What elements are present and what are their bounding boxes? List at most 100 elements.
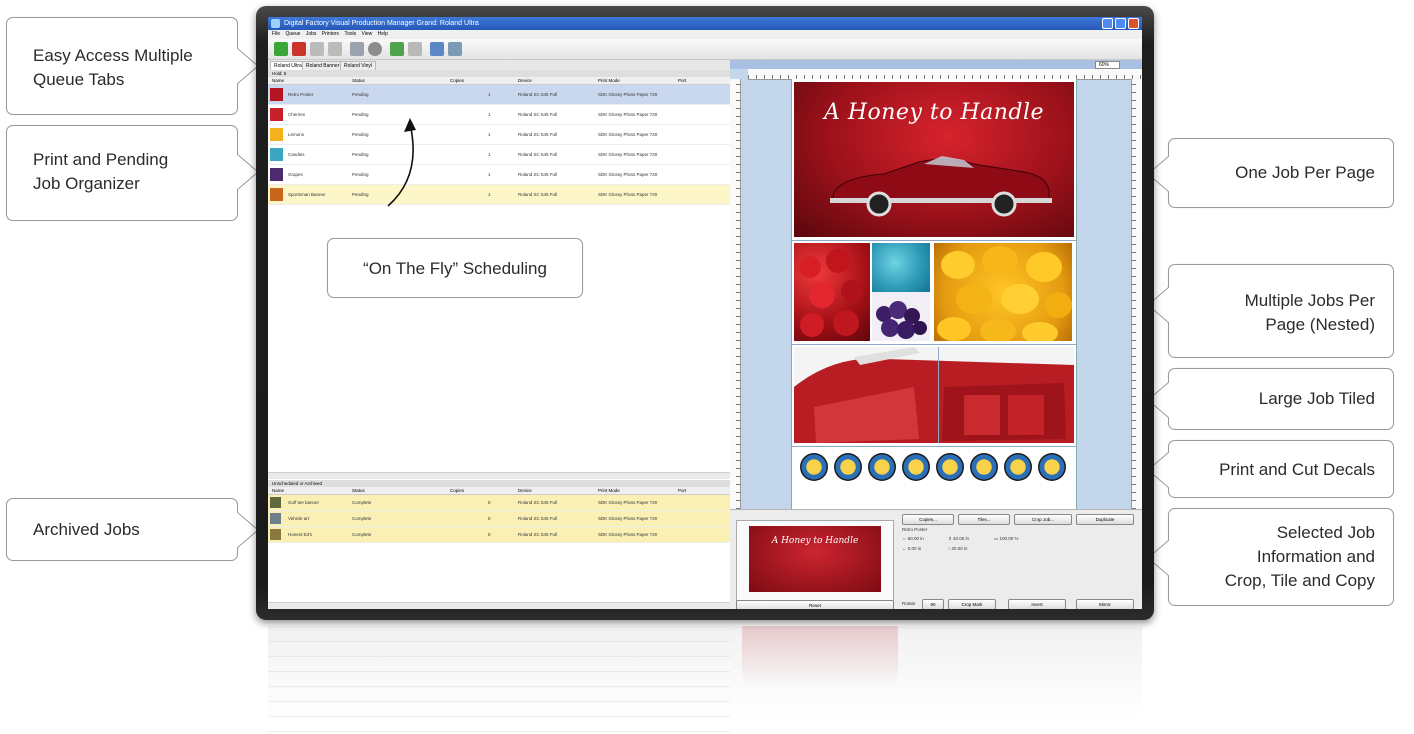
col-port[interactable]: Port [678, 77, 686, 84]
col-name[interactable]: Name [272, 77, 284, 84]
rotate-label: Rotate [902, 601, 916, 606]
tiles-button[interactable]: Tiles... [958, 514, 1010, 525]
move-up-icon[interactable] [310, 42, 324, 56]
decal-7 [1038, 453, 1066, 481]
close-button[interactable] [1128, 18, 1139, 29]
callout-pointer [237, 154, 258, 190]
menu-file[interactable]: File [272, 31, 280, 37]
app-icon [271, 19, 280, 28]
reflection-rows [268, 626, 730, 734]
cell-mode: SDK Glossy Photo Paper 720 [598, 152, 658, 157]
archive-scrollbar[interactable] [268, 602, 730, 609]
callout-text: Job Organizer [33, 174, 140, 193]
col-device[interactable]: Device [518, 487, 532, 494]
archive-header: Unscheduled or Archived [268, 480, 730, 487]
job-row-0[interactable]: Retro Poster Pending 1 Roland SC 545 Full SD… [268, 85, 730, 105]
cell-device: Roland SC 545 Full [518, 172, 558, 177]
copies-button[interactable]: Copies... [902, 514, 954, 525]
invert-button[interactable]: Invert [1008, 599, 1066, 609]
delete-job-icon[interactable] [292, 42, 306, 56]
mirror-button[interactable]: Mirror [1076, 599, 1134, 609]
menu-queue[interactable]: Queue [285, 31, 300, 37]
job-decals[interactable] [794, 451, 1074, 485]
layout-icon[interactable] [448, 42, 462, 56]
col-print-mode[interactable]: Print Mode [598, 487, 620, 494]
horizontal-scrollbar[interactable] [268, 472, 730, 479]
move-down-icon[interactable] [328, 42, 342, 56]
menu-printers[interactable]: Printers [322, 31, 339, 37]
preview-icon[interactable] [350, 42, 364, 56]
job-row-2[interactable]: Lemons Pending 1 Roland SC 545 Full SDK Glos… [268, 125, 730, 145]
duplicate-button[interactable]: Duplicate [1076, 514, 1134, 525]
decal-2 [868, 453, 896, 481]
job-vehicle-interior-tiled[interactable] [794, 347, 1074, 443]
job-grapes[interactable] [872, 292, 930, 341]
hold-icon[interactable] [408, 42, 422, 56]
cell-name: Grapes [288, 172, 303, 177]
job-lemons[interactable] [934, 243, 1072, 344]
col-name[interactable]: Name [272, 487, 284, 494]
reset-button[interactable]: Reset [736, 600, 894, 609]
job-row-archived-1[interactable]: Vehicle art Complete 8 Roland SC 545 Full SD… [268, 511, 730, 527]
zoom-select[interactable]: 60% [1094, 61, 1120, 69]
decal-1 [834, 453, 862, 481]
col-print-mode[interactable]: Print Mode [598, 77, 620, 84]
job-row-5[interactable]: Sportsman Banner Pending 1 Roland SC 545 Fu… [268, 185, 730, 205]
callout-organizer: Print and Pending Job Organizer [6, 125, 258, 221]
crop-job-button[interactable]: Crop Job... [1014, 514, 1072, 525]
col-status[interactable]: Status [352, 487, 365, 494]
print-icon[interactable] [368, 42, 382, 56]
cell-status: Pending [352, 192, 369, 197]
col-copies[interactable]: Copies [450, 77, 464, 84]
col-copies[interactable]: Copies [450, 487, 464, 494]
row-divider [792, 344, 1076, 345]
cell-copies: 1 [488, 132, 491, 137]
col-device[interactable]: Device [518, 77, 532, 84]
properties-icon[interactable] [430, 42, 444, 56]
job-cherries[interactable] [794, 243, 870, 341]
crop-mark-button[interactable]: Crop Mark [948, 599, 996, 609]
minimize-button[interactable] [1102, 18, 1113, 29]
job-row-3[interactable]: Candies Pending 1 Roland SC 545 Full SDK Glo… [268, 145, 730, 165]
maximize-button[interactable] [1115, 18, 1126, 29]
cell-copies: 8 [488, 500, 491, 505]
decal-5 [970, 453, 998, 481]
tab-label: Roland Vinyl [344, 63, 372, 69]
job-row-1[interactable]: Cherries Pending 1 Roland SC 545 Full SDK Gl… [268, 105, 730, 125]
monitor-frame: Digital Factory Visual Production Manage… [256, 6, 1154, 620]
cell-name: Honest Ed's [288, 532, 313, 537]
row-divider [792, 240, 1076, 241]
y-field[interactable]: ↑ 20.00 in [948, 546, 968, 551]
job-row-4[interactable]: Grapes Pending 1 Roland SC 545 Full SDK Glos… [268, 165, 730, 185]
car-interior-illustration [794, 347, 1074, 443]
job-retro-poster[interactable]: A Honey to Handle [794, 82, 1074, 237]
archive-column-header: Name Status Copies Device Print Mode Por… [268, 487, 730, 495]
job-candies[interactable] [872, 243, 930, 292]
app-window: Digital Factory Visual Production Manage… [268, 17, 1142, 609]
preview-toolbar: 60% [730, 60, 1142, 69]
callout-on-the-fly: “On The Fly” Scheduling [327, 238, 583, 298]
x-field[interactable]: ← 0.00 in [902, 546, 921, 551]
job-row-archived-2[interactable]: Honest Ed's Complete 8 Roland SC 545 Full SD… [268, 527, 730, 543]
add-job-icon[interactable] [274, 42, 288, 56]
rotate-select[interactable]: 90 [922, 599, 944, 609]
callout-text: Crop, Tile and Copy [1224, 571, 1375, 590]
menu-help[interactable]: Help [378, 31, 388, 37]
scale-field[interactable]: ▭ 100.00 % [994, 536, 1019, 542]
queue-tabs: Roland Ultra Roland Banner Roland Vinyl [268, 60, 730, 71]
layout-preview-pane: 60% A Honey to Handle A Honey to Handle … [730, 60, 1142, 609]
menu-jobs[interactable]: Jobs [306, 31, 317, 37]
menu-view[interactable]: View [362, 31, 373, 37]
scheduling-arrow [387, 118, 416, 207]
col-port[interactable]: Port [678, 487, 686, 494]
cell-name: Cherries [288, 112, 306, 117]
height-field[interactable]: ⇕ 40.00 in [948, 536, 969, 542]
width-field[interactable]: ⇔ 60.00 in [902, 536, 924, 541]
col-status[interactable]: Status [352, 77, 365, 84]
job-thumbnail [270, 88, 283, 101]
job-row-archived-0[interactable]: Golf tee banner Complete 8 Roland SC 545 Fu… [268, 495, 730, 511]
menu-tools[interactable]: Tools [344, 31, 356, 37]
callout-text: One Job Per Page [1235, 163, 1375, 182]
callout-large-tiled: Large Job Tiled [1148, 368, 1394, 430]
rip-icon[interactable] [390, 42, 404, 56]
